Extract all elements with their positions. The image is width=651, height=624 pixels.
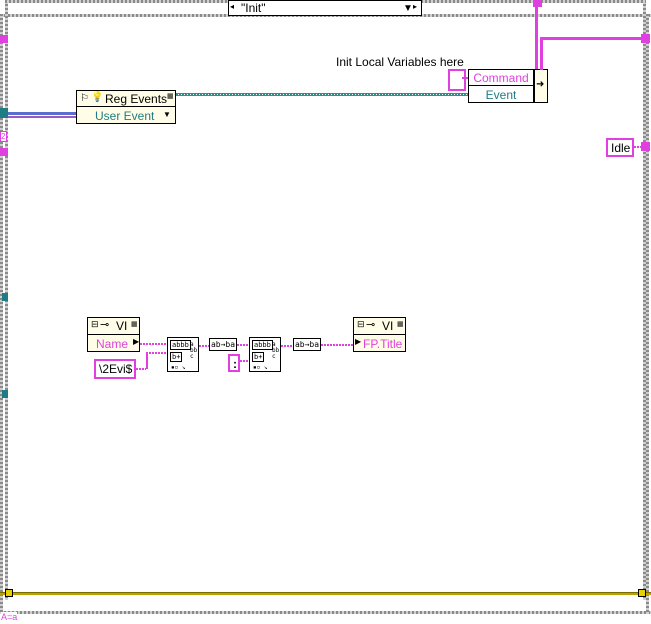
node-corner-icon: ▦ — [131, 321, 138, 328]
string-constant-colon[interactable]: : — [228, 354, 240, 372]
vi-node-title-1: VI — [116, 319, 128, 333]
error-tunnel-right — [638, 589, 646, 597]
concat-arrow-1: ▪▫ ↘ — [171, 364, 186, 371]
chevron-down-icon[interactable]: ▼ — [163, 110, 171, 119]
bulb-icon: 💡 — [91, 92, 104, 103]
concat-abc-1: a bb c — [190, 341, 198, 360]
name-wire — [140, 343, 167, 345]
concat1-out-wire — [199, 345, 209, 347]
vi-node-header-1: ⊟ ⊸ VI ▦ — [88, 318, 139, 335]
concat-abbb-1: abbb — [170, 340, 191, 350]
left-small-tunnel: 2 — [0, 131, 7, 142]
shift-wire-horizontal — [540, 37, 643, 40]
bundle-command-element[interactable]: Command — [469, 70, 533, 86]
event-reg-icon: ⚐ — [80, 93, 89, 104]
comment-label: Init Local Variables here — [336, 55, 464, 69]
cluster-output-terminal: ➜ — [534, 69, 548, 103]
case-selector-decrement[interactable]: ◂ — [230, 2, 238, 14]
arrow-right-icon: ▶ — [355, 337, 362, 346]
concat2-out-wire — [281, 345, 293, 347]
string-convert-icon-2[interactable]: ab→ba — [293, 338, 321, 351]
right-shift-tunnel-1 — [641, 34, 650, 43]
event-refnum-wire — [176, 93, 468, 96]
reg-events-node[interactable]: ⚐ 💡 Reg Events ▦ User Event ▼ — [76, 90, 176, 124]
error-wire — [0, 592, 651, 595]
key-icon: ⊸ — [366, 319, 376, 331]
refnum-wire-left — [8, 112, 76, 115]
vi-property-node-1[interactable]: ⊟ ⊸ VI ▦ Name ▶ — [87, 317, 140, 352]
concat-abbb-2: abbb — [252, 340, 273, 350]
concatenate-strings-icon-1[interactable]: abbb b+ a bb c ▪▫ ↘ — [167, 337, 199, 372]
concat-arrow-2: ▪▫ ↘ — [253, 364, 268, 371]
arrow-right-icon: ▶ — [133, 337, 140, 346]
reg-events-terminal[interactable]: User Event — [95, 108, 154, 124]
vi-node-title-2: VI — [382, 319, 394, 333]
vi-property-node-2[interactable]: ⊟ ⊸ VI ▦ ▶ FP.Title — [353, 317, 406, 352]
left-shift-tunnel-1 — [0, 35, 8, 43]
chevron-down-icon[interactable]: ▼ — [403, 1, 413, 16]
command-constant — [448, 69, 466, 91]
evi-wire-vertical — [146, 352, 148, 369]
vi-node-header-2: ⊟ ⊸ VI ▦ — [354, 318, 405, 335]
node-corner-icon: ▦ — [167, 93, 174, 100]
shift-wire-vertical-2 — [540, 38, 543, 70]
node-corner-icon: ▦ — [397, 321, 404, 328]
evi-wire — [136, 368, 146, 370]
error-tunnel-left — [5, 589, 13, 597]
concat-plus-1: b+ — [170, 352, 183, 362]
vi-node-terminal-2[interactable]: FP.Title — [363, 336, 402, 352]
reg-events-header: ⚐ 💡 Reg Events ▦ — [77, 91, 175, 107]
concat-plus-2: b+ — [252, 352, 265, 362]
reg-events-title: Reg Events — [105, 92, 168, 106]
structure-inner-right-border — [643, 0, 646, 600]
case-selector-increment[interactable]: ▸ — [413, 2, 417, 11]
convert1-out-wire — [237, 344, 249, 346]
bundle-by-name-node[interactable]: Command Event — [468, 69, 534, 103]
property-node-icon: ⊟ — [357, 319, 365, 329]
evi-wire-2 — [146, 352, 167, 354]
left-tunnel-teal-2 — [2, 293, 8, 301]
structure-bottom-border — [0, 611, 651, 614]
structure-left-border — [0, 14, 3, 614]
colon-wire — [240, 360, 249, 362]
vi-node-terminal-1[interactable]: Name — [96, 336, 128, 352]
concatenate-strings-icon-2[interactable]: abbb b+ a bb c ▪▫ ↘ — [249, 337, 281, 372]
string-constant-evi[interactable]: \2Evi$ — [94, 359, 136, 379]
case-selector-value: "Init" — [241, 1, 266, 15]
bundle-event-element[interactable]: Event — [469, 87, 533, 103]
structure-right-border — [646, 14, 649, 614]
bottom-iteration-label: A=a — [1, 612, 18, 623]
top-shift-tunnel — [533, 0, 542, 7]
concat-abc-2: a bb c — [272, 341, 280, 360]
left-refnum-tunnel — [0, 108, 8, 118]
arrow-right-icon: ➜ — [536, 79, 545, 90]
case-selector[interactable]: ◂ "Init" ▼ ▸ — [228, 0, 422, 16]
left-tunnel-teal-3 — [2, 390, 8, 398]
idle-constant[interactable]: Idle — [606, 138, 634, 157]
shift-wire-vertical — [535, 0, 538, 69]
left-shift-tunnel-2 — [0, 148, 8, 156]
property-node-icon: ⊟ — [91, 319, 99, 329]
convert2-out-wire — [321, 344, 353, 346]
refnum-wire-left-2 — [8, 116, 76, 118]
right-shift-tunnel-2 — [641, 142, 650, 151]
key-icon: ⊸ — [100, 319, 110, 331]
string-convert-icon-1[interactable]: ab→ba — [209, 338, 237, 351]
